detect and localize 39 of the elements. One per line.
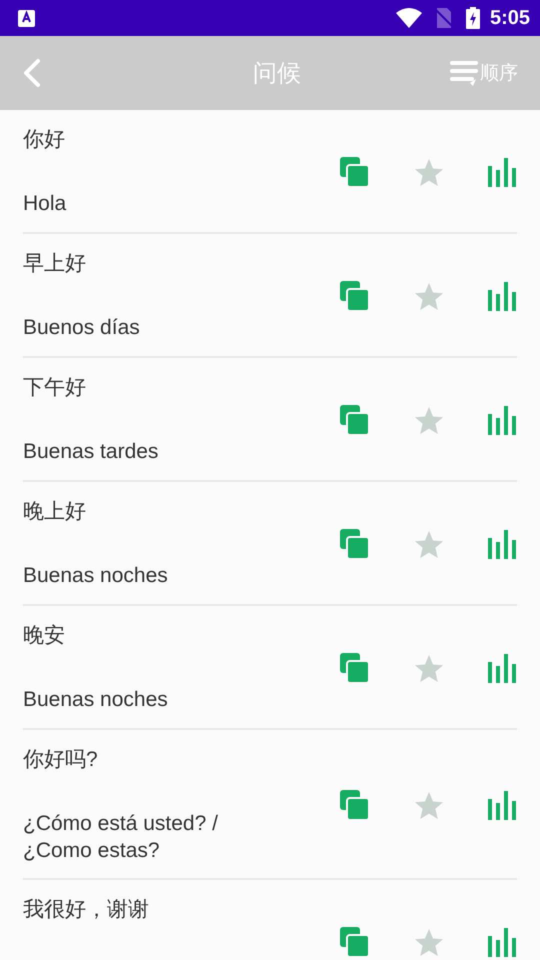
- stats-button[interactable]: [488, 406, 517, 434]
- stats-button[interactable]: [488, 158, 517, 186]
- favorite-star-button[interactable]: [414, 530, 444, 558]
- chinese-phrase: 你好吗?: [23, 747, 99, 773]
- stats-button[interactable]: [488, 530, 517, 558]
- favorite-star-button[interactable]: [414, 654, 444, 682]
- favorite-star-button[interactable]: [414, 406, 444, 434]
- clock-time: 5:05: [490, 6, 530, 30]
- copy-button[interactable]: [340, 405, 370, 435]
- spanish-translation: Buenas noches: [23, 563, 169, 589]
- spanish-translation: Buenas noches: [23, 687, 169, 713]
- favorite-star-button[interactable]: [414, 928, 444, 956]
- chinese-phrase: 晚安: [23, 623, 66, 649]
- spanish-translation: Hola: [23, 191, 68, 217]
- spanish-translation: Buenas tardes: [23, 439, 160, 465]
- chinese-phrase: 你好: [23, 127, 66, 153]
- copy-button[interactable]: [340, 653, 370, 683]
- copy-button[interactable]: [340, 529, 370, 559]
- battery-charging-icon: [466, 7, 480, 29]
- app-notification-icon: [18, 10, 35, 26]
- favorite-star-button[interactable]: [414, 158, 444, 186]
- wifi-icon: [396, 8, 422, 28]
- chinese-phrase: 早上好: [23, 251, 87, 277]
- stats-button[interactable]: [488, 790, 517, 820]
- spanish-translation: Buenos días: [23, 315, 141, 341]
- favorite-star-button[interactable]: [414, 282, 444, 310]
- chinese-phrase: 下午好: [23, 375, 87, 401]
- stats-button[interactable]: [488, 654, 517, 682]
- stats-button[interactable]: [488, 928, 517, 956]
- sort-icon: [450, 59, 480, 87]
- chinese-phrase: 我很好，谢谢: [23, 897, 150, 923]
- copy-button[interactable]: [340, 927, 370, 957]
- favorite-star-button[interactable]: [414, 790, 444, 820]
- copy-button[interactable]: [340, 281, 370, 311]
- copy-button[interactable]: [340, 157, 370, 187]
- spanish-translation: ¿Cómo está usted? / ¿Como estas?: [23, 811, 219, 864]
- copy-button[interactable]: [340, 790, 370, 820]
- chinese-phrase: 晚上好: [23, 499, 87, 525]
- stats-button[interactable]: [488, 282, 517, 310]
